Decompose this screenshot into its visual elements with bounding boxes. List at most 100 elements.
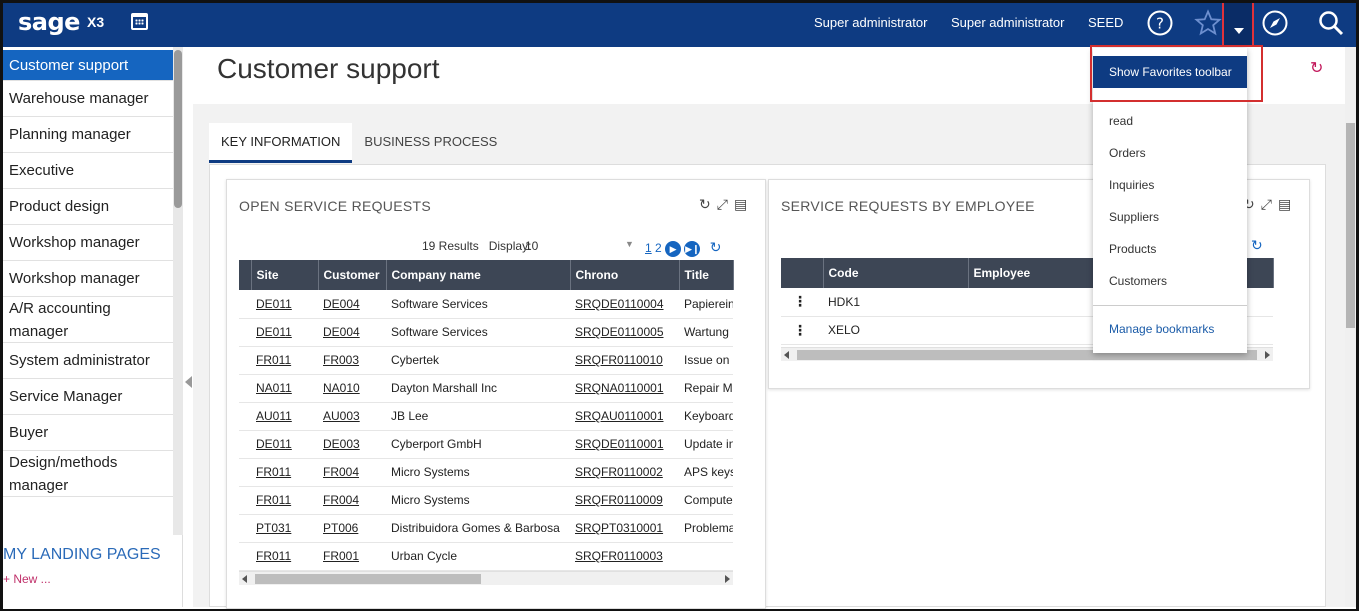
table-cell[interactable]: PT031 xyxy=(251,514,318,543)
menu-item-orders[interactable]: Orders xyxy=(1109,146,1146,160)
table-cell[interactable]: DE004 xyxy=(318,290,386,319)
main-scrollbar[interactable] xyxy=(1345,47,1356,607)
table-cell[interactable]: NA011 xyxy=(251,374,318,403)
refresh-icon[interactable]: ↻ xyxy=(1251,237,1263,254)
table-hscrollbar[interactable] xyxy=(239,571,733,585)
scroll-left-icon[interactable] xyxy=(242,575,247,583)
table-cell[interactable]: SRQAU0110001 xyxy=(570,402,679,431)
expand-icon[interactable]: ⤢ xyxy=(717,196,728,213)
display-select[interactable]: 10 ▼ xyxy=(525,239,635,253)
table-cell[interactable]: DE004 xyxy=(318,318,386,347)
sidebar-item[interactable]: Workshop manager xyxy=(3,261,173,297)
table-cell[interactable]: NA010 xyxy=(318,374,386,403)
column-header[interactable]: Title xyxy=(679,260,734,290)
sidebar-scroll-thumb[interactable] xyxy=(174,50,182,208)
column-header[interactable]: Customer xyxy=(318,260,387,290)
scroll-thumb[interactable] xyxy=(255,574,481,584)
user-name-link[interactable]: Super administrator xyxy=(814,15,927,30)
scroll-left-icon[interactable] xyxy=(784,351,789,359)
folder-link[interactable]: SEED xyxy=(1088,15,1123,30)
table-cell[interactable]: FR004 xyxy=(318,486,386,515)
menu-item-inquiries[interactable]: Inquiries xyxy=(1109,178,1154,192)
table-row[interactable]: FR011 FR004 Micro Systems SRQFR0110002 APS k… xyxy=(239,458,733,487)
sidebar-item[interactable]: Planning manager xyxy=(3,117,173,153)
menu-item-customers[interactable]: Customers xyxy=(1109,274,1167,288)
search-icon[interactable] xyxy=(1317,9,1345,37)
table-row[interactable]: NA011 NA010 Dayton Marshall Inc SRQNA011000… xyxy=(239,374,733,403)
menu-item-read[interactable]: read xyxy=(1109,114,1133,128)
table-cell[interactable]: SRQFR0110010 xyxy=(570,346,679,375)
table-cell[interactable]: SRQDE0110005 xyxy=(570,318,679,347)
table-row[interactable]: AU011 AU003 JB Lee SRQAU0110001 Keyboard xyxy=(239,402,733,431)
table-cell[interactable]: PT006 xyxy=(318,514,386,543)
table-row[interactable]: FR011FR003CybertekSRQFR0110010Issue on c xyxy=(239,346,733,375)
table-cell[interactable]: DE011 xyxy=(251,318,318,347)
table-row[interactable]: FR011 FR001 Urban Cycle SRQFR0110003 xyxy=(239,542,733,571)
table-cell[interactable]: AU003 xyxy=(318,402,386,431)
table-cell[interactable]: SRQFR0110009 xyxy=(570,486,679,515)
table-row[interactable]: DE011 DE003 Cyberport GmbH SRQDE0110001 Upda… xyxy=(239,430,733,459)
table-row[interactable]: DE011 DE004 Software Services SRQDE0110004 P… xyxy=(239,290,733,319)
table-cell[interactable]: SRQFR0110002 xyxy=(570,458,679,487)
sidebar-item[interactable]: Buyer xyxy=(3,415,173,451)
chevron-down-icon[interactable] xyxy=(1222,1,1254,47)
sidebar-item[interactable]: Warehouse manager xyxy=(3,81,173,117)
sidebar-item[interactable]: Executive xyxy=(3,153,173,189)
refresh-icon[interactable]: ↻ xyxy=(699,196,711,213)
table-cell[interactable]: SRQDE0110001 xyxy=(570,430,679,459)
table-cell[interactable]: FR011 xyxy=(251,486,318,515)
card-settings-icon[interactable]: ▤ xyxy=(1278,196,1291,213)
table-cell[interactable]: FR003 xyxy=(318,346,386,375)
card-settings-icon[interactable]: ▤ xyxy=(734,196,747,213)
row-actions-icon[interactable]: ⋮ xyxy=(781,316,823,345)
tab-business-process[interactable]: BUSINESS PROCESS xyxy=(352,123,509,163)
expand-icon[interactable]: ⤢ xyxy=(1261,196,1272,213)
star-icon[interactable] xyxy=(1194,9,1222,37)
table-cell[interactable]: SRQDE0110004 xyxy=(570,290,679,319)
column-header[interactable]: Site xyxy=(251,260,319,290)
compass-icon[interactable] xyxy=(1261,9,1289,37)
calendar-icon[interactable] xyxy=(131,13,148,30)
column-header[interactable]: Company name xyxy=(386,260,571,290)
refresh-icon[interactable]: ↻ xyxy=(1310,58,1323,78)
page-1-link[interactable]: 1 xyxy=(645,241,652,255)
sage-logo[interactable]: sage xyxy=(18,8,80,36)
last-page-icon[interactable]: ▶❙ xyxy=(684,240,701,257)
manage-bookmarks-link[interactable]: Manage bookmarks xyxy=(1109,322,1214,336)
table-cell[interactable]: FR011 xyxy=(251,542,318,571)
show-favorites-toolbar-button[interactable]: Show Favorites toolbar xyxy=(1093,56,1247,88)
sidebar-item[interactable]: A/R accounting manager xyxy=(3,297,173,343)
column-header[interactable]: Chrono xyxy=(570,260,680,290)
tab-key-information[interactable]: KEY INFORMATION xyxy=(209,123,353,163)
table-cell[interactable]: SRQNA0110001 xyxy=(570,374,679,403)
table-cell[interactable]: AU011 xyxy=(251,402,318,431)
user-role-link[interactable]: Super administrator xyxy=(951,15,1064,30)
menu-item-products[interactable]: Products xyxy=(1109,242,1156,256)
sidebar-item[interactable]: System administrator xyxy=(3,343,173,379)
collapse-sidebar-icon[interactable] xyxy=(185,376,192,388)
sidebar-scrollbar[interactable] xyxy=(173,47,183,535)
table-cell[interactable]: FR004 xyxy=(318,458,386,487)
menu-item-suppliers[interactable]: Suppliers xyxy=(1109,210,1159,224)
table-cell[interactable]: SRQPT0310001 xyxy=(570,514,679,543)
table-cell[interactable]: FR001 xyxy=(318,542,386,571)
table-cell[interactable]: DE003 xyxy=(318,430,386,459)
table-cell[interactable]: FR011 xyxy=(251,346,318,375)
main-scroll-thumb[interactable] xyxy=(1346,123,1355,328)
table-row[interactable]: DE011 DE004 Software Services SRQDE0110005 W… xyxy=(239,318,733,347)
scroll-right-icon[interactable] xyxy=(1265,351,1270,359)
row-actions-icon[interactable]: ⋮ xyxy=(781,288,823,317)
table-row[interactable]: PT031 PT006 Distribuidora Gomes & Barbosa S… xyxy=(239,514,733,543)
sidebar-item[interactable]: Workshop manager xyxy=(3,225,173,261)
sidebar-item[interactable]: Service Manager xyxy=(3,379,173,415)
sidebar-item[interactable]: Product design xyxy=(3,189,173,225)
table-cell[interactable]: DE011 xyxy=(251,430,318,459)
column-header[interactable]: Code xyxy=(823,258,969,288)
table-cell[interactable]: FR011 xyxy=(251,458,318,487)
next-page-icon[interactable]: ▶ xyxy=(665,240,682,257)
page-2-link[interactable]: 2 xyxy=(655,241,662,255)
table-row[interactable]: FR011 FR004 Micro Systems SRQFR0110009 Compu… xyxy=(239,486,733,515)
scroll-right-icon[interactable] xyxy=(725,575,730,583)
help-icon[interactable]: ? xyxy=(1146,9,1174,37)
table-cell[interactable]: SRQFR0110003 xyxy=(570,542,679,571)
